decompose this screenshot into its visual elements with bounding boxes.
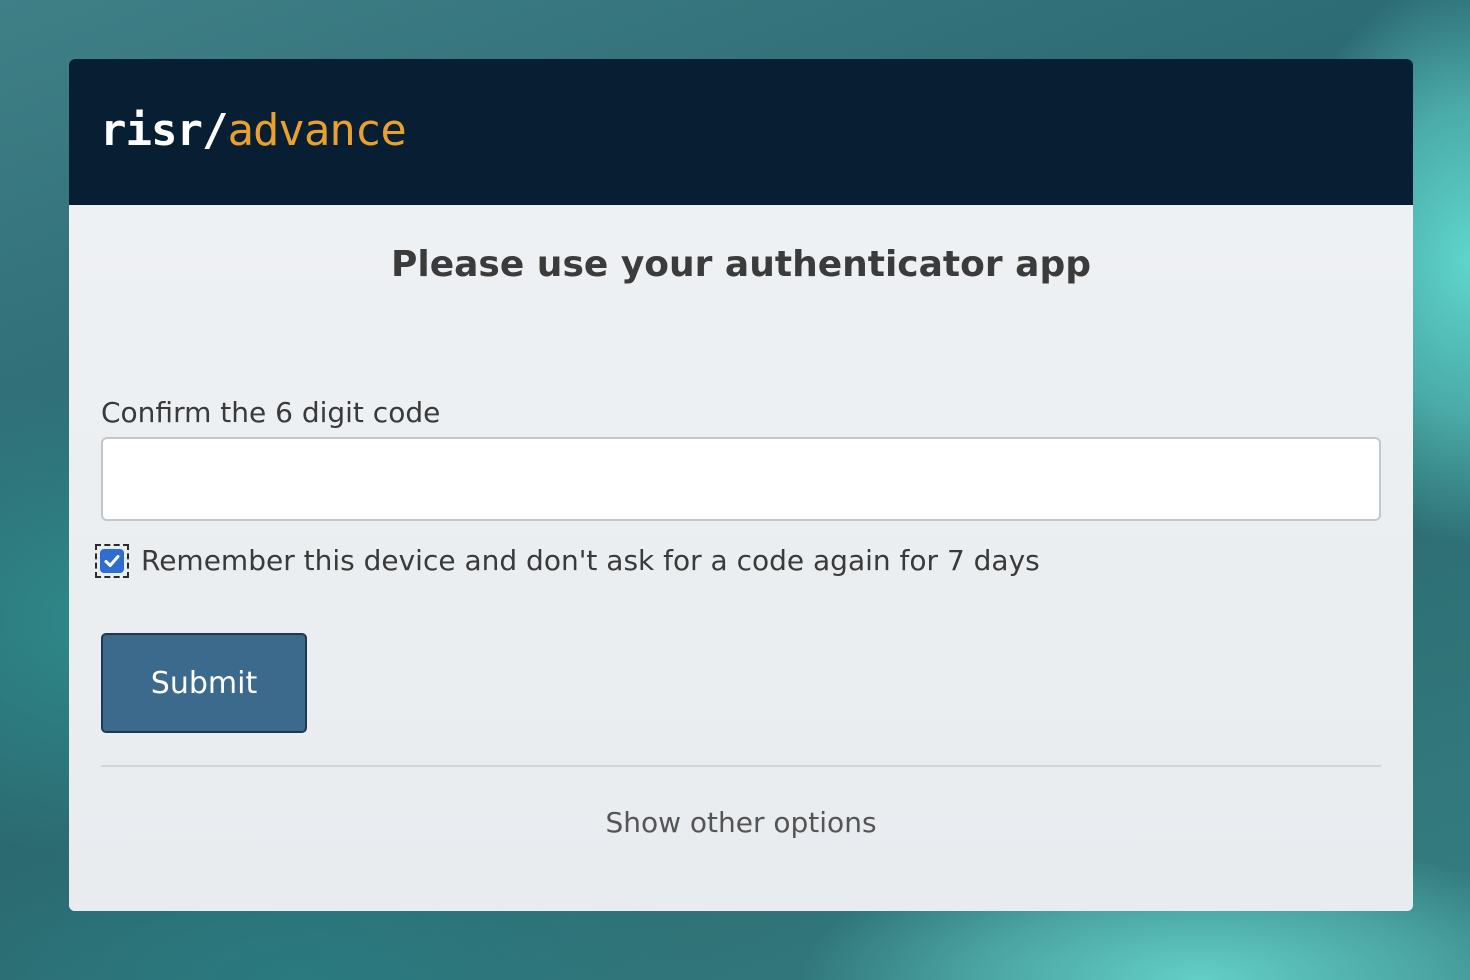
- code-input[interactable]: [101, 437, 1381, 521]
- remember-device-row[interactable]: Remember this device and don't ask for a…: [95, 541, 1040, 581]
- show-other-options-link[interactable]: Show other options: [69, 803, 1413, 843]
- submit-button[interactable]: Submit: [101, 633, 307, 733]
- remember-device-label[interactable]: Remember this device and don't ask for a…: [141, 541, 1040, 581]
- brand-logo-accent: advance: [227, 105, 406, 156]
- checkbox-checked: [100, 549, 124, 573]
- checkmark-icon: [104, 555, 120, 567]
- auth-card: risr/advance Please use your authenticat…: [69, 59, 1413, 911]
- code-field-label: Confirm the 6 digit code: [101, 396, 441, 429]
- page-title: Please use your authenticator app: [391, 244, 1091, 285]
- divider: [101, 765, 1381, 767]
- card-header: risr/advance: [69, 59, 1413, 205]
- brand-logo: risr/advance: [100, 103, 407, 159]
- brand-logo-main: risr/: [100, 105, 228, 156]
- remember-device-checkbox[interactable]: [95, 544, 129, 578]
- card-body: Please use your authenticator app Confir…: [69, 205, 1413, 911]
